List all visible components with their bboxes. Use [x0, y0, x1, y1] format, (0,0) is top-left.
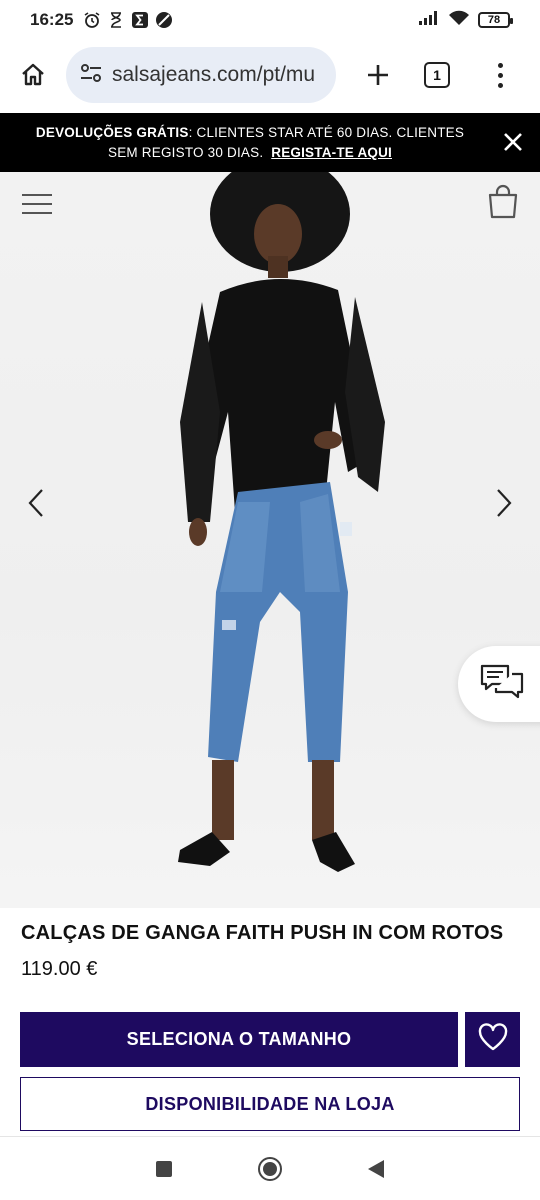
status-system-icons: 78 [418, 10, 513, 31]
chat-icon [480, 664, 524, 705]
promo-text: DEVOLUÇÕES GRÁTIS: CLIENTES STAR ATÉ 60 … [0, 123, 470, 163]
status-time: 16:25 [30, 10, 74, 29]
battery-level: 78 [487, 14, 501, 26]
new-tab-icon[interactable] [358, 55, 398, 95]
system-nav-bar [0, 1136, 540, 1200]
chevron-right-icon[interactable] [494, 488, 514, 518]
signal-icon [418, 10, 440, 31]
close-icon[interactable] [502, 131, 524, 153]
circle-app-icon [155, 11, 173, 29]
register-link[interactable]: REGISTA-TE AQUI [271, 145, 392, 160]
shopping-bag-icon[interactable] [486, 184, 520, 220]
promo-bold-text: DEVOLUÇÕES GRÁTIS [35, 124, 189, 140]
timer-icon [107, 11, 125, 29]
select-size-button[interactable]: SELECIONA O TAMANHO [20, 1012, 458, 1067]
alarm-icon [83, 11, 101, 29]
product-gallery[interactable] [0, 172, 540, 908]
wifi-icon [448, 10, 470, 31]
chat-button[interactable] [458, 646, 540, 722]
product-title: CALÇAS DE GANGA FAITH PUSH IN COM ROTOS [21, 922, 504, 944]
product-price: 119.00 € [21, 958, 98, 980]
more-menu-icon[interactable] [492, 55, 508, 95]
store-availability-button[interactable]: DISPONIBILIDADE NA LOJA [20, 1077, 520, 1131]
hamburger-menu-icon[interactable] [22, 194, 52, 214]
back-icon[interactable] [368, 1159, 384, 1178]
tabs-icon[interactable]: 1 [424, 62, 450, 88]
status-bar: 16:25 78 [0, 0, 540, 40]
promo-banner: DEVOLUÇÕES GRÁTIS: CLIENTES STAR ATÉ 60 … [0, 113, 540, 172]
wishlist-button[interactable] [465, 1012, 520, 1067]
tab-count: 1 [433, 67, 441, 83]
battery-icon: 78 [478, 12, 513, 28]
product-photo [178, 172, 385, 872]
recents-icon[interactable] [156, 1160, 172, 1177]
chevron-left-icon[interactable] [26, 488, 46, 518]
heart-icon [478, 1023, 508, 1056]
address-bar[interactable]: salsajeans.com/pt/mu [66, 47, 336, 103]
home-nav-icon[interactable] [258, 1156, 282, 1181]
sigma-icon [131, 11, 149, 29]
status-notification-icons [83, 11, 173, 29]
site-settings-icon[interactable] [80, 63, 102, 88]
browser-toolbar: salsajeans.com/pt/mu 1 [0, 40, 540, 110]
home-icon[interactable] [12, 54, 54, 96]
url-text: salsajeans.com/pt/mu [112, 63, 316, 86]
